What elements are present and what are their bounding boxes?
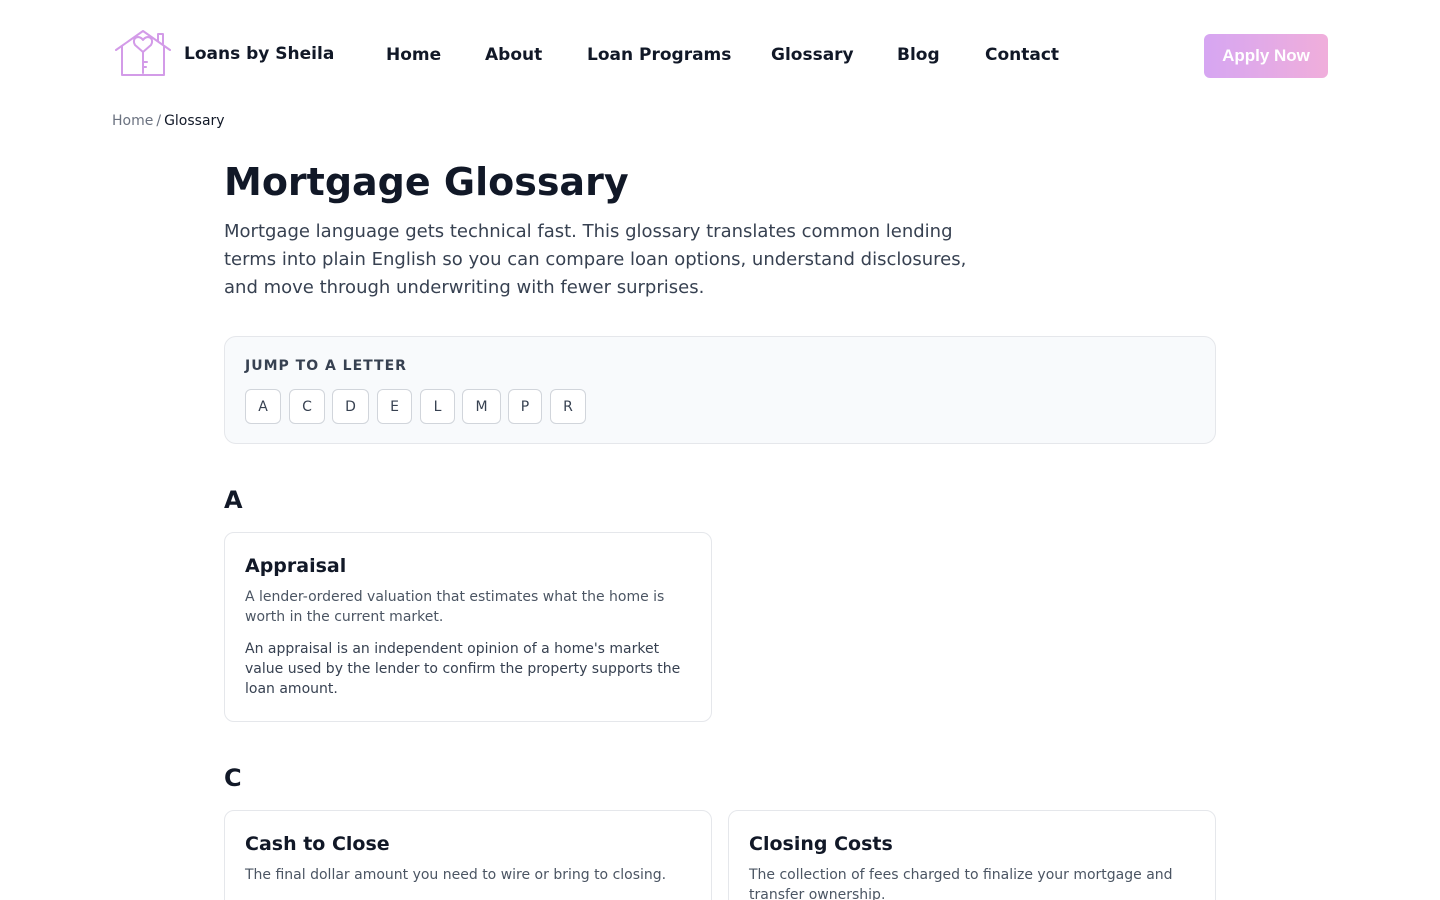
- nav-contact[interactable]: Contact: [985, 44, 1059, 66]
- term-title: Closing Costs: [749, 833, 893, 855]
- letter-link-d[interactable]: D: [332, 389, 369, 424]
- apply-now-button[interactable]: Apply Now: [1204, 34, 1328, 78]
- letter-link-e[interactable]: E: [377, 389, 412, 424]
- breadcrumb: Home / Glossary: [112, 112, 225, 130]
- nav-blog[interactable]: Blog: [897, 44, 940, 66]
- term-title: Cash to Close: [245, 833, 390, 855]
- house-key-icon: [115, 30, 171, 76]
- letter-link-l[interactable]: L: [420, 389, 455, 424]
- breadcrumb-current: Glossary: [164, 113, 225, 129]
- letter-jump-panel: JUMP TO A LETTER A C D E L M P R: [224, 336, 1216, 444]
- nav-glossary[interactable]: Glossary: [771, 44, 854, 66]
- nav-loan-programs[interactable]: Loan Programs: [587, 44, 731, 66]
- nav-home[interactable]: Home: [386, 44, 441, 66]
- term-title: Appraisal: [245, 555, 347, 577]
- glossary-card-appraisal: Appraisal A lender-ordered valuation tha…: [224, 532, 712, 722]
- letter-link-r[interactable]: R: [550, 389, 586, 424]
- letter-link-m[interactable]: M: [462, 389, 501, 424]
- letter-link-p[interactable]: P: [508, 389, 542, 424]
- brand-logo-link[interactable]: Loans by Sheila: [112, 28, 334, 80]
- section-heading-c: C: [224, 764, 242, 792]
- term-summary: The collection of fees charged to finali…: [749, 867, 1173, 900]
- nav-about[interactable]: About: [485, 44, 542, 66]
- term-summary: A lender-ordered valuation that estimate…: [245, 589, 665, 625]
- site-header: Loans by Sheila Home About Loan Programs…: [0, 0, 1440, 110]
- breadcrumb-separator: /: [156, 113, 162, 129]
- brand-name: Loans by Sheila: [184, 44, 335, 64]
- breadcrumb-home-link[interactable]: Home: [112, 113, 153, 129]
- letter-link-c[interactable]: C: [289, 389, 325, 424]
- page-intro: Mortgage language gets technical fast. T…: [224, 221, 967, 298]
- page-title: Mortgage Glossary: [224, 160, 629, 204]
- term-summary: The final dollar amount you need to wire…: [245, 867, 667, 883]
- term-definition: An appraisal is an independent opinion o…: [245, 641, 681, 697]
- section-heading-a: A: [224, 486, 243, 514]
- jump-label: JUMP TO A LETTER: [245, 358, 407, 374]
- glossary-card-cash-to-close: Cash to Close The final dollar amount yo…: [224, 810, 712, 900]
- letter-link-a[interactable]: A: [245, 389, 281, 424]
- glossary-card-closing-costs: Closing Costs The collection of fees cha…: [728, 810, 1216, 900]
